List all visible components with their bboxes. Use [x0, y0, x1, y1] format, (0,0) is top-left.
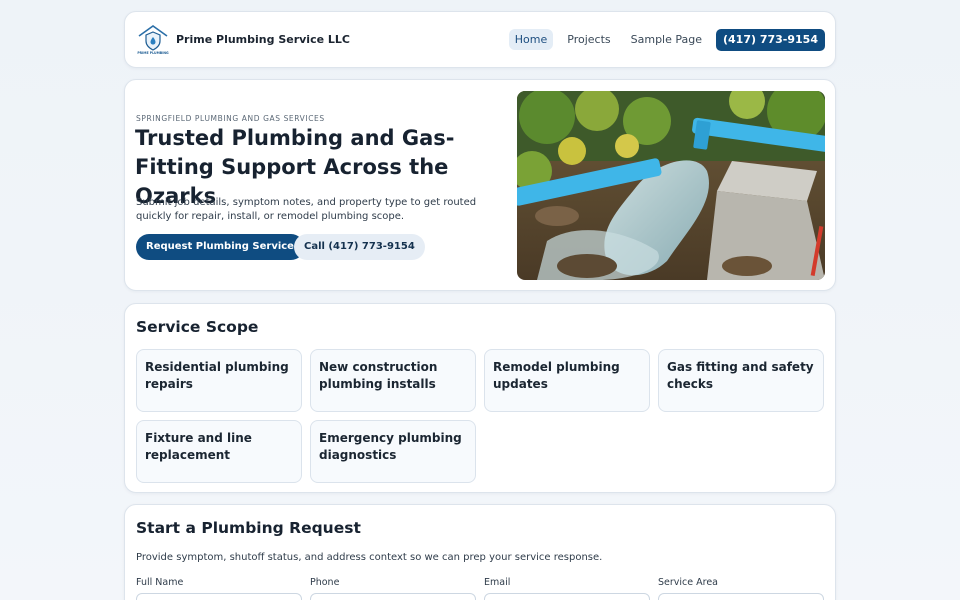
- call-button[interactable]: Call (417) 773-9154: [294, 234, 425, 260]
- request-service-button[interactable]: Request Plumbing Service: [136, 234, 304, 260]
- logo-text: PRIME PLUMBING: [137, 51, 169, 55]
- brand-logo[interactable]: PRIME PLUMBING: [135, 22, 171, 58]
- main-nav: Home Projects Sample Page (417) 773-9154: [508, 28, 825, 51]
- hero-eyebrow: SPRINGFIELD PLUMBING AND GAS SERVICES: [136, 114, 325, 123]
- hero-section: SPRINGFIELD PLUMBING AND GAS SERVICES Tr…: [124, 79, 836, 291]
- service-scope-title: Service Scope: [136, 318, 259, 336]
- full-name-input[interactable]: [136, 593, 302, 600]
- service-card-gas-fitting[interactable]: Gas fitting and safety checks: [658, 349, 824, 412]
- email-label: Email: [484, 577, 511, 588]
- service-card-new-construction[interactable]: New construction plumbing installs: [310, 349, 476, 412]
- header-phone-button[interactable]: (417) 773-9154: [716, 28, 825, 51]
- service-card-residential[interactable]: Residential plumbing repairs: [136, 349, 302, 412]
- request-form-section: Start a Plumbing Request Provide symptom…: [124, 504, 836, 600]
- phone-input[interactable]: [310, 593, 476, 600]
- request-title: Start a Plumbing Request: [136, 519, 361, 537]
- service-scope-section: Service Scope Residential plumbing repai…: [124, 303, 836, 493]
- site-header: PRIME PLUMBING Prime Plumbing Service LL…: [124, 11, 836, 68]
- service-card-emergency[interactable]: Emergency plumbing diagnostics: [310, 420, 476, 483]
- service-area-label: Service Area: [658, 577, 718, 588]
- hero-image: [517, 91, 825, 280]
- brand-name[interactable]: Prime Plumbing Service LLC: [176, 33, 350, 46]
- service-area-input[interactable]: [658, 593, 824, 600]
- nav-home[interactable]: Home: [508, 29, 554, 50]
- email-input[interactable]: [484, 593, 650, 600]
- nav-sample-page[interactable]: Sample Page: [625, 29, 708, 50]
- service-card-fixture[interactable]: Fixture and line replacement: [136, 420, 302, 483]
- request-subtitle: Provide symptom, shutoff status, and add…: [136, 552, 603, 563]
- full-name-label: Full Name: [136, 577, 184, 588]
- hero-subtitle: Submit job details, symptom notes, and p…: [136, 197, 477, 222]
- phone-label: Phone: [310, 577, 340, 588]
- nav-projects[interactable]: Projects: [561, 29, 616, 50]
- service-card-remodel[interactable]: Remodel plumbing updates: [484, 349, 650, 412]
